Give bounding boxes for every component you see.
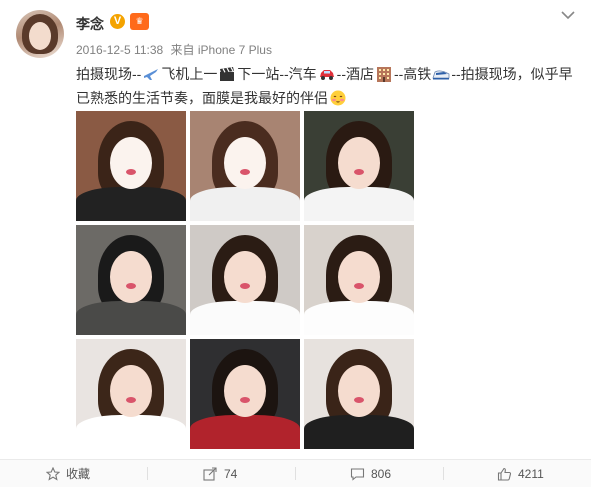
favorite-button[interactable]: 收藏	[46, 460, 90, 487]
photo-8[interactable]	[190, 339, 300, 449]
star-icon	[46, 466, 60, 481]
clapperboard-icon	[220, 67, 235, 81]
photo-clothing	[304, 187, 414, 221]
user-name[interactable]: 李念	[76, 14, 104, 34]
action-separator	[147, 467, 148, 480]
photo-lips	[126, 397, 136, 403]
photo-lips	[354, 397, 364, 403]
photo-2[interactable]	[190, 111, 300, 221]
photo-clothing	[76, 301, 186, 335]
repost-button[interactable]: 74	[203, 460, 237, 487]
post-source-prefix: 来自	[170, 43, 195, 57]
photo-face-mask	[224, 137, 266, 189]
photo-face	[338, 251, 380, 303]
photo-9[interactable]	[304, 339, 414, 449]
hotel-icon	[376, 67, 391, 82]
photo-clothing	[304, 301, 414, 335]
weibo-post-card: 李念 V ♛ 2016-12-5 11:38 来自 iPhone 7 Plus …	[0, 0, 591, 487]
photo-3[interactable]	[304, 111, 414, 221]
action-separator	[295, 467, 296, 480]
photo-face	[110, 365, 152, 417]
photo-lips	[126, 169, 136, 175]
action-separator	[443, 467, 444, 480]
photo-lips	[240, 169, 250, 175]
photo-face	[338, 137, 380, 189]
photo-lips	[354, 169, 364, 175]
photo-clothing	[304, 415, 414, 449]
photo-face	[224, 365, 266, 417]
comment-button[interactable]: 806	[350, 460, 391, 487]
blush-face-icon	[330, 90, 346, 106]
photo-lips	[126, 283, 136, 289]
photo-7[interactable]	[76, 339, 186, 449]
photo-clothing	[190, 415, 300, 449]
post-text: 拍摄现场-- 飞机上一 下一站--汽车 --酒店 --高铁 --拍摄现场，似乎早已熟悉的生…	[76, 62, 581, 110]
post-meta: 2016-12-5 11:38 来自 iPhone 7 Plus	[76, 41, 276, 58]
post-segment: 下一站--汽车	[237, 66, 317, 82]
post-segment: --高铁	[393, 66, 432, 82]
photo-lips	[240, 283, 250, 289]
photo-lips	[354, 283, 364, 289]
photo-clothing	[76, 415, 186, 449]
like-count: 4211	[518, 466, 544, 481]
photo-clothing	[190, 301, 300, 335]
photo-face-mask	[110, 137, 152, 189]
repost-count: 74	[224, 466, 238, 481]
photo-face	[110, 251, 152, 303]
airplane-icon	[144, 69, 159, 80]
car-icon	[319, 70, 334, 80]
photo-face	[224, 251, 266, 303]
favorite-label: 收藏	[66, 467, 91, 481]
photo-clothing	[76, 187, 186, 221]
photo-4[interactable]	[76, 225, 186, 335]
like-button[interactable]: 4211	[497, 460, 544, 487]
post-segment: 拍摄现场--	[76, 66, 142, 82]
post-date[interactable]: 2016-12-5 11:38	[76, 43, 163, 57]
avatar-face	[29, 22, 51, 50]
thumbs-up-icon	[497, 467, 512, 481]
photo-face	[338, 365, 380, 417]
post-segment: --酒店	[336, 66, 374, 82]
photo-1[interactable]	[76, 111, 186, 221]
post-segment: --拍摄现场，似乎早	[451, 66, 573, 82]
photo-grid	[76, 111, 414, 450]
photo-lips	[240, 397, 250, 403]
verified-v-icon: V	[110, 14, 125, 29]
photo-clothing	[190, 187, 300, 221]
post-segment: 飞机上一	[161, 66, 218, 82]
chevron-down-icon[interactable]	[561, 10, 575, 20]
post-segment: 已熟悉的生活节奏，面膜是我最好的伴侣	[76, 90, 328, 106]
photo-5[interactable]	[190, 225, 300, 335]
post-device[interactable]: iPhone 7 Plus	[198, 43, 272, 57]
comment-count: 806	[371, 466, 392, 481]
photo-6[interactable]	[304, 225, 414, 335]
repost-icon	[203, 466, 217, 481]
comment-icon	[350, 467, 365, 481]
avatar[interactable]	[16, 10, 64, 58]
bullet-train-icon	[432, 70, 450, 80]
vip-crown-icon: ♛	[130, 13, 149, 30]
